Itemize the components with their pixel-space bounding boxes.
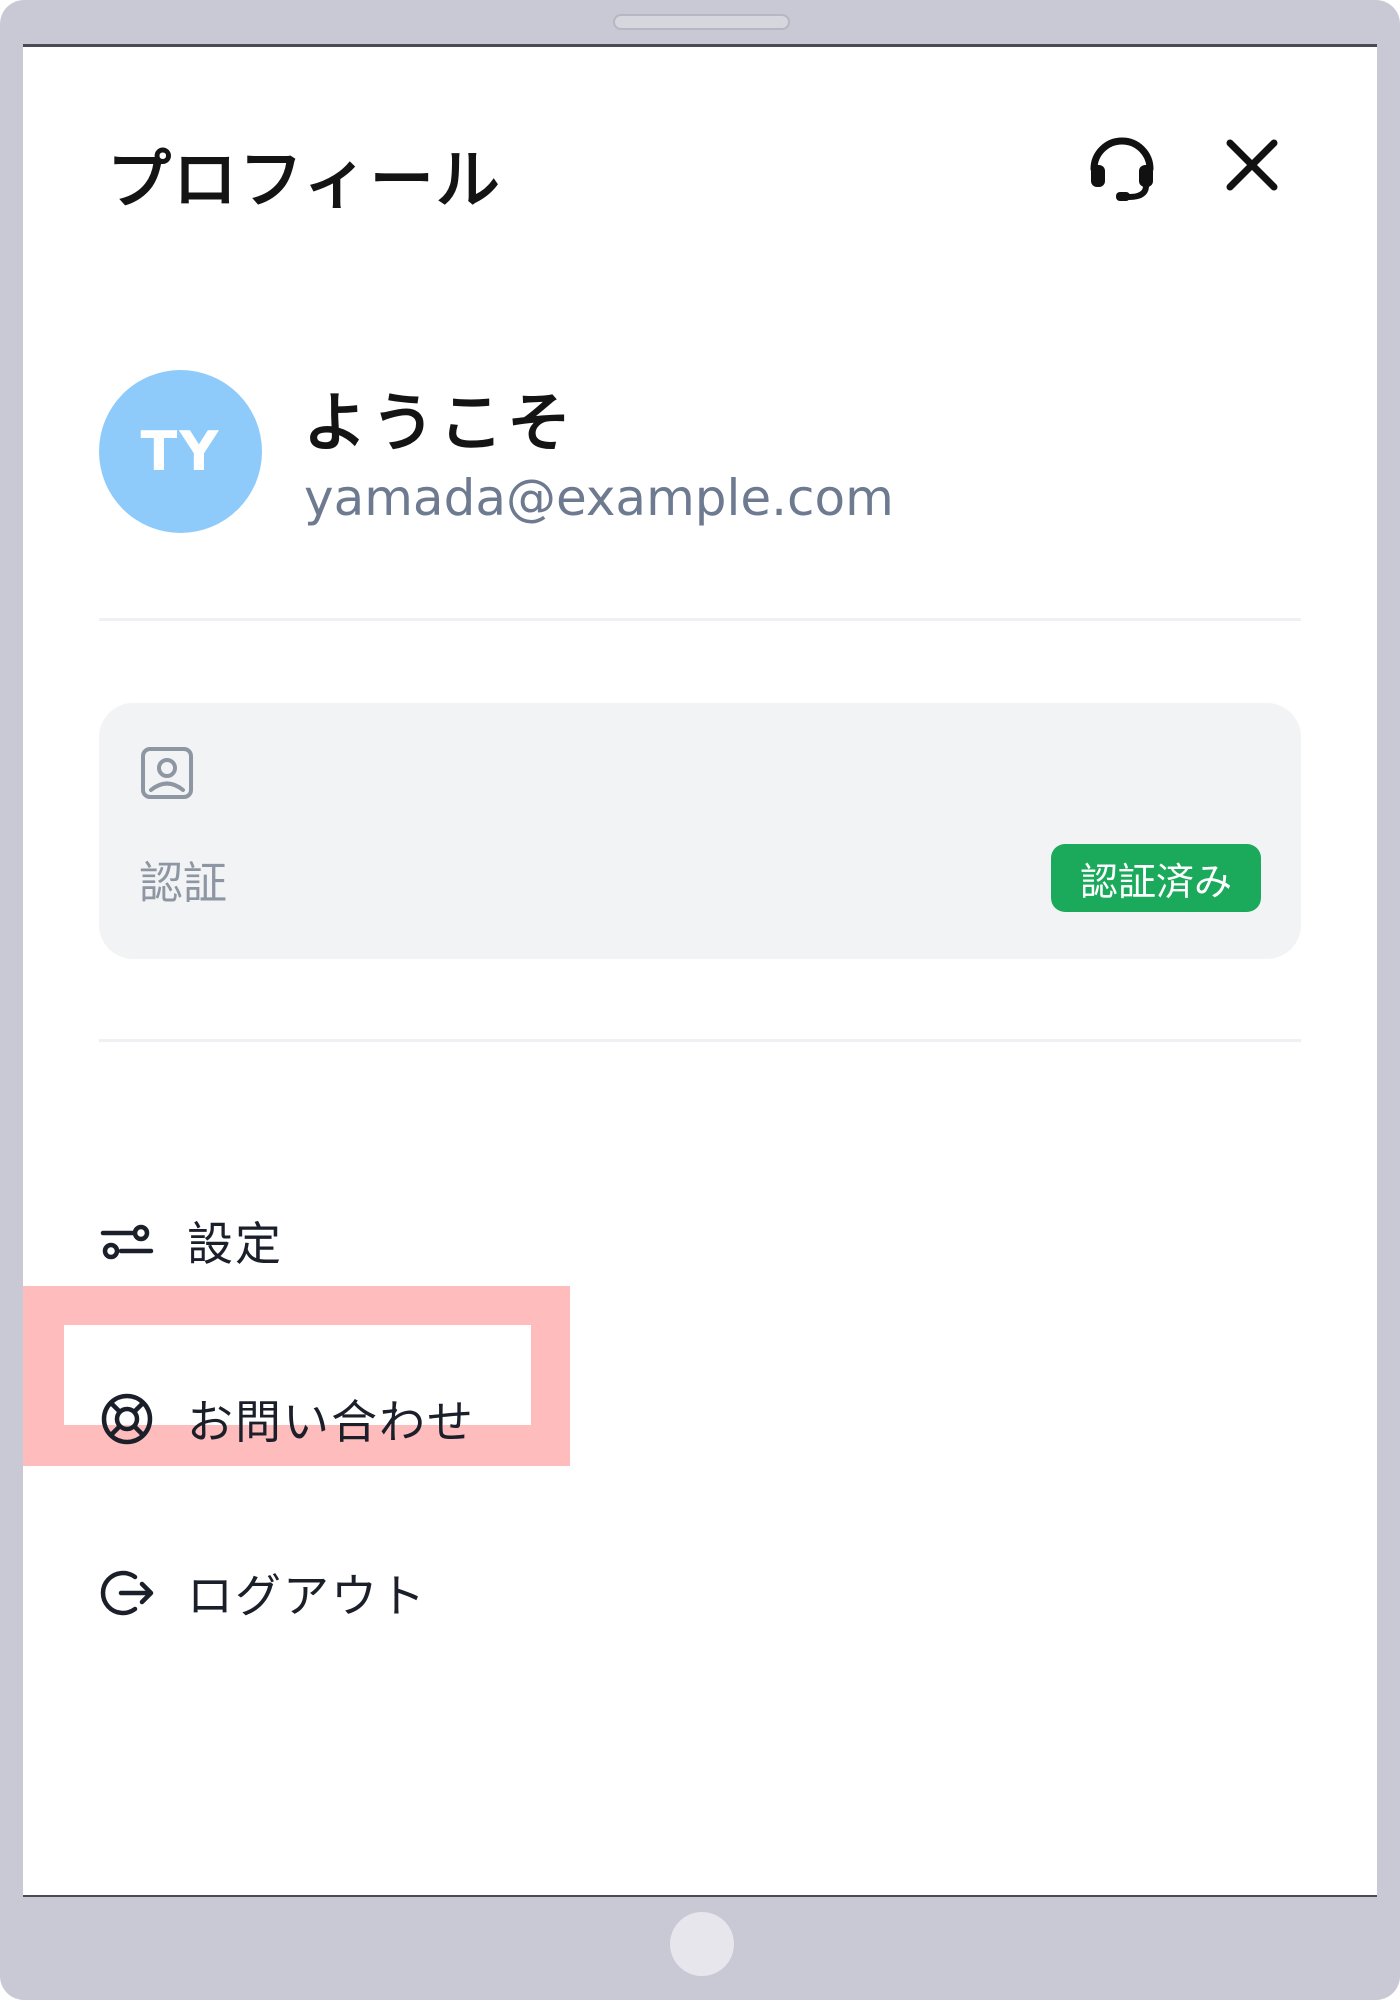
screen: プロフィール TY ようこそ yamada@example.com 認証 認証済… (23, 44, 1377, 1897)
page-title: プロフィール (107, 144, 502, 218)
logout-icon (99, 1565, 155, 1621)
verification-card[interactable] (99, 703, 1301, 959)
menu-item-contact[interactable]: お問い合わせ (99, 1379, 475, 1459)
menu-item-label: お問い合わせ (187, 1395, 475, 1449)
headset-icon[interactable] (1085, 129, 1159, 203)
close-icon[interactable] (1222, 135, 1282, 195)
device-frame: プロフィール TY ようこそ yamada@example.com 認証 認証済… (0, 0, 1400, 2000)
menu-item-logout[interactable]: ログアウト (99, 1553, 427, 1633)
menu-item-settings[interactable]: 設定 (99, 1201, 283, 1281)
verification-label: 認証 (139, 858, 227, 909)
menu-item-label: 設定 (187, 1217, 283, 1271)
avatar-initials: TY (140, 420, 221, 483)
welcome-greeting: ようこそ (303, 387, 575, 461)
divider (99, 1039, 1301, 1042)
divider (99, 618, 1301, 621)
home-button[interactable] (670, 1912, 734, 1976)
sliders-icon (99, 1213, 155, 1269)
id-card-icon (139, 745, 195, 801)
user-email: yamada@example.com (304, 469, 894, 527)
verified-badge-text: 認証済み (1079, 859, 1232, 904)
device-speaker (613, 14, 790, 30)
verified-badge: 認証済み (1051, 844, 1261, 912)
avatar: TY (99, 370, 262, 533)
lifebuoy-icon (99, 1391, 155, 1447)
menu-item-label: ログアウト (187, 1569, 427, 1623)
